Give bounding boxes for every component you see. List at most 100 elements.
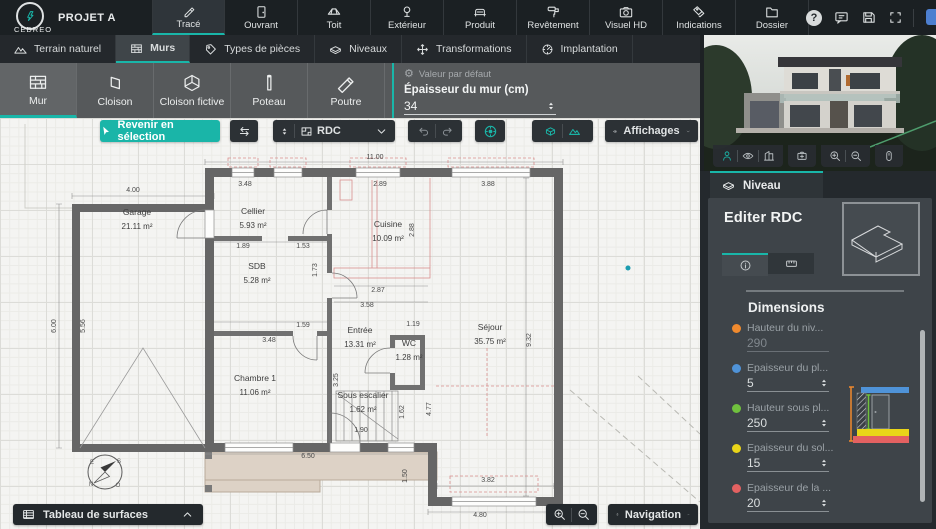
tool-poteau[interactable]: Poteau: [231, 63, 308, 118]
field-input[interactable]: 20: [747, 496, 829, 512]
surface-table-button[interactable]: Tableau de surfaces: [13, 504, 203, 525]
field-color-dot: [732, 484, 741, 493]
tab-exterieur[interactable]: Extérieur: [371, 0, 444, 35]
field-input[interactable]: 5: [747, 376, 829, 392]
chat-icon: [834, 10, 849, 25]
ribbon-item-types-de-pieces[interactable]: Types de pièces: [190, 35, 315, 63]
tab-revetement[interactable]: Revêtement: [517, 0, 590, 35]
level-selector[interactable]: RDC: [273, 120, 395, 142]
view-eye-icon[interactable]: [742, 150, 754, 162]
divider: [562, 124, 563, 138]
walkthrough-person-icon[interactable]: [721, 150, 733, 162]
tool-poutre[interactable]: Poutre: [308, 63, 385, 118]
swap-tool-button[interactable]: [230, 120, 258, 142]
tool-mur[interactable]: Mur: [0, 63, 77, 118]
plan-text: 9.32: [526, 333, 533, 347]
zoom-out-icon[interactable]: [850, 150, 862, 162]
plan-text: 1.59: [296, 322, 310, 329]
roof-3d-toggle-icon[interactable]: [544, 125, 557, 138]
save-icon: [861, 10, 876, 25]
tab-ouvrant[interactable]: Ouvrant: [225, 0, 298, 35]
plan-interior-walls[interactable]: [214, 177, 425, 443]
ribbon-item-terrain-naturel[interactable]: Terrain naturel: [0, 35, 116, 63]
field-input[interactable]: 15: [747, 456, 829, 472]
bricks-icon: [28, 72, 48, 92]
ribbon-label: Transformations: [436, 43, 511, 55]
plan-text: 4.00: [126, 187, 140, 194]
tool-cloison-fictive[interactable]: Cloison fictive: [154, 63, 231, 118]
tab-produit[interactable]: Produit: [444, 0, 517, 35]
tab-toit[interactable]: Toit: [298, 0, 371, 35]
cedreo-logo[interactable]: CEDREO: [10, 1, 56, 35]
implant-icon: [541, 43, 554, 56]
section-view-icon[interactable]: [763, 150, 775, 162]
3d-view-toolbar: [700, 145, 903, 167]
zoom-in-icon[interactable]: [553, 508, 566, 521]
tab-niveau[interactable]: Niveau: [710, 173, 823, 198]
zoom-out-icon[interactable]: [577, 508, 590, 521]
field-input[interactable]: 250: [747, 416, 829, 432]
3d-navigation-button[interactable]: [875, 145, 903, 167]
plan-text: 1.90: [354, 427, 368, 434]
floorplan-canvas[interactable]: ESNO Garage21.11 m²Cellier5.93 m²Cuisine…: [0, 118, 700, 529]
redo-icon[interactable]: [441, 125, 454, 138]
tool-cloison[interactable]: Cloison: [77, 63, 154, 118]
panel-scrollbar[interactable]: [920, 330, 925, 502]
stepper-arrows-icon[interactable]: [819, 457, 829, 469]
main-tabs: Tracé Ouvrant Toit Extérieur Produit Rev…: [152, 0, 809, 35]
tab-indications[interactable]: Indications: [663, 0, 736, 35]
affichages-dropdown[interactable]: Affichages: [605, 120, 698, 142]
level-stepper-icon[interactable]: [280, 126, 289, 137]
snapshot-button[interactable]: [788, 145, 816, 167]
ribbon-item-niveaux[interactable]: Niveaux: [315, 35, 402, 63]
floorplan-icon: [300, 125, 313, 138]
color-tool-button[interactable]: [475, 120, 505, 142]
pencil-icon: [182, 4, 196, 18]
default-value-header: Valeur par défaut: [419, 69, 491, 80]
user-avatar[interactable]: [926, 9, 936, 25]
save-button[interactable]: [859, 9, 877, 27]
terrain-toggle-icon[interactable]: [568, 125, 581, 138]
mountain-icon: [14, 43, 27, 56]
tool-label: Poteau: [252, 96, 285, 108]
tab-trace[interactable]: Tracé: [152, 0, 225, 35]
plan-compass: ESNO: [88, 455, 122, 489]
cedreo-app: CEDREO PROJET A Tracé Ouvrant Toit Extér…: [0, 0, 936, 529]
stepper-arrows-icon[interactable]: [819, 377, 829, 389]
back-to-select-button[interactable]: Revenir en sélection: [100, 120, 220, 142]
point-marker[interactable]: [626, 266, 631, 271]
tab-label: Extérieur: [388, 20, 426, 31]
door-icon: [254, 5, 268, 19]
plan-text: 3.25: [333, 373, 340, 387]
tag-icon: [204, 43, 217, 56]
stepper-arrows-icon[interactable]: [819, 417, 829, 429]
move-icon: [416, 43, 429, 56]
plan-text: SDB: [248, 261, 266, 271]
plan-text: 11.00: [367, 154, 384, 161]
camera-move-icon: [796, 150, 808, 162]
view-mode-group: [713, 145, 783, 167]
tab-visuel-hd[interactable]: Visuel HD: [590, 0, 663, 35]
divider: [294, 124, 295, 138]
navigation-dropdown[interactable]: Navigation: [608, 504, 698, 525]
undo-icon[interactable]: [417, 125, 430, 138]
chevron-down-icon: [375, 125, 388, 138]
stepper-arrows-icon[interactable]: [819, 497, 829, 509]
stepper-arrows-icon[interactable]: [546, 100, 556, 112]
fullscreen-icon: [888, 10, 903, 25]
chat-button[interactable]: [832, 9, 850, 27]
field-value: 250: [747, 416, 819, 430]
wall-thickness-input[interactable]: 34: [404, 99, 556, 115]
plan-text: 5.56: [80, 319, 87, 333]
help-button[interactable]: ?: [805, 9, 823, 27]
ribbon-item-murs[interactable]: Murs: [116, 35, 190, 63]
fullscreen-button[interactable]: [886, 9, 904, 27]
ribbon-item-transformations[interactable]: Transformations: [402, 35, 526, 63]
plan-text: 13.31 m²: [344, 340, 376, 349]
ribbon-item-implantation[interactable]: Implantation: [527, 35, 633, 63]
zoom-in-icon[interactable]: [829, 150, 841, 162]
field-input[interactable]: 290: [747, 336, 829, 352]
tab-dossier[interactable]: Dossier: [736, 0, 809, 35]
plan-text: 1.28 m²: [395, 353, 422, 362]
plan-text: 1.19: [406, 321, 420, 328]
